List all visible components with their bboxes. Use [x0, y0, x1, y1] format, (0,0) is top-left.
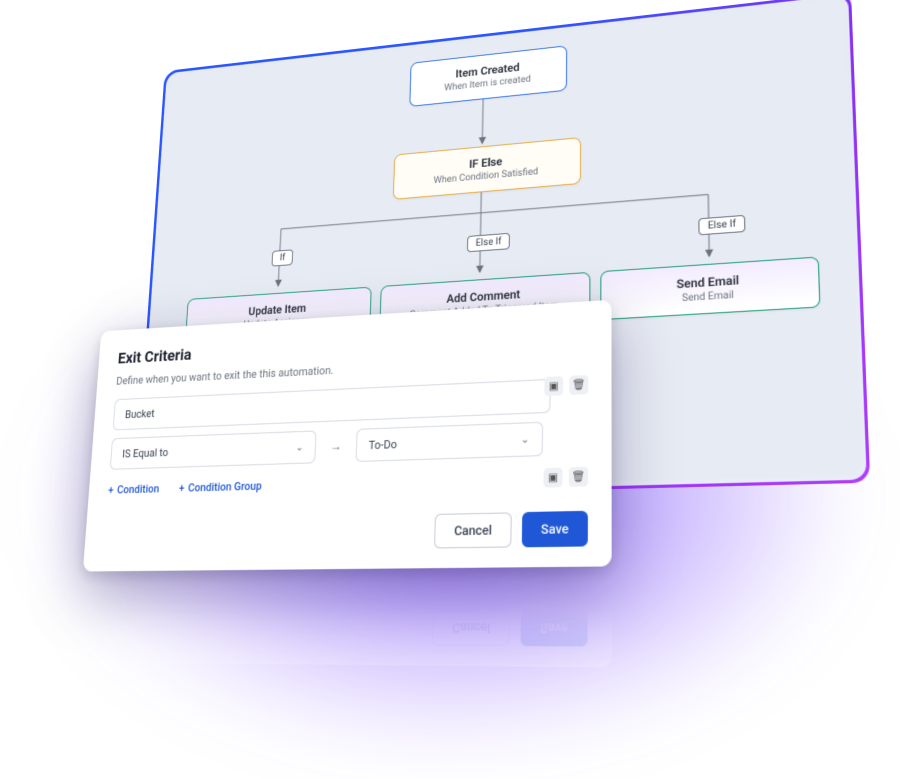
branch-badge-elseif-1: Else If — [467, 233, 510, 253]
collapse-icon[interactable]: ▣ — [544, 376, 563, 396]
chevron-down-icon: ⌄ — [521, 433, 530, 445]
modal-reflection: Cancel Save + Condition + Condition Grou… — [76, 561, 612, 668]
node-trigger[interactable]: Item Created When Item is created — [409, 45, 567, 107]
node-action-send-email[interactable]: Send Email Send Email — [600, 256, 820, 320]
branch-badge-if: If — [272, 249, 294, 266]
action-2-sub: Send Email — [615, 285, 803, 308]
add-condition-reflection: + Condition — [101, 576, 154, 590]
arrow-right-icon: → — [325, 434, 347, 457]
collapse-icon[interactable]: ▣ — [543, 467, 562, 487]
save-button-reflection: Save — [521, 610, 588, 647]
add-group-reflection: + Condition Group — [173, 575, 258, 589]
trash-icon[interactable]: 🗑 — [569, 467, 588, 487]
perspective-stage: Item Created When Item is created IF Els… — [0, 0, 900, 779]
cancel-button[interactable]: Cancel — [434, 512, 512, 548]
chevron-down-icon: ⌄ — [295, 442, 303, 454]
action-2-title: Send Email — [615, 269, 803, 295]
tilted-panel: Item Created When Item is created IF Els… — [137, 0, 868, 508]
add-row: + Condition + Condition Group ▣ 🗑 — [108, 470, 588, 497]
group-toolbox-bottom: ▣ 🗑 — [543, 467, 588, 488]
add-group-label: Condition Group — [188, 479, 262, 494]
add-condition-label: Condition — [117, 482, 160, 496]
value-select[interactable]: To-Do ⌄ — [355, 422, 543, 462]
plus-icon: + — [108, 484, 114, 497]
add-condition-button[interactable]: + Condition — [108, 482, 160, 496]
add-condition-group-button[interactable]: + Condition Group — [179, 479, 263, 495]
group-toolbox-top: ▣ 🗑 — [544, 375, 588, 396]
cancel-button-reflection: Cancel — [432, 610, 511, 646]
plus-icon: + — [179, 482, 185, 495]
value-select-value: To-Do — [368, 437, 397, 452]
modal-actions: Cancel Save — [104, 511, 588, 553]
save-button[interactable]: Save — [522, 511, 588, 548]
branch-badge-elseif-2: Else If — [698, 215, 745, 236]
node-condition[interactable]: IF Else When Condition Satisfied — [393, 137, 581, 200]
trash-icon[interactable]: 🗑 — [569, 375, 588, 395]
